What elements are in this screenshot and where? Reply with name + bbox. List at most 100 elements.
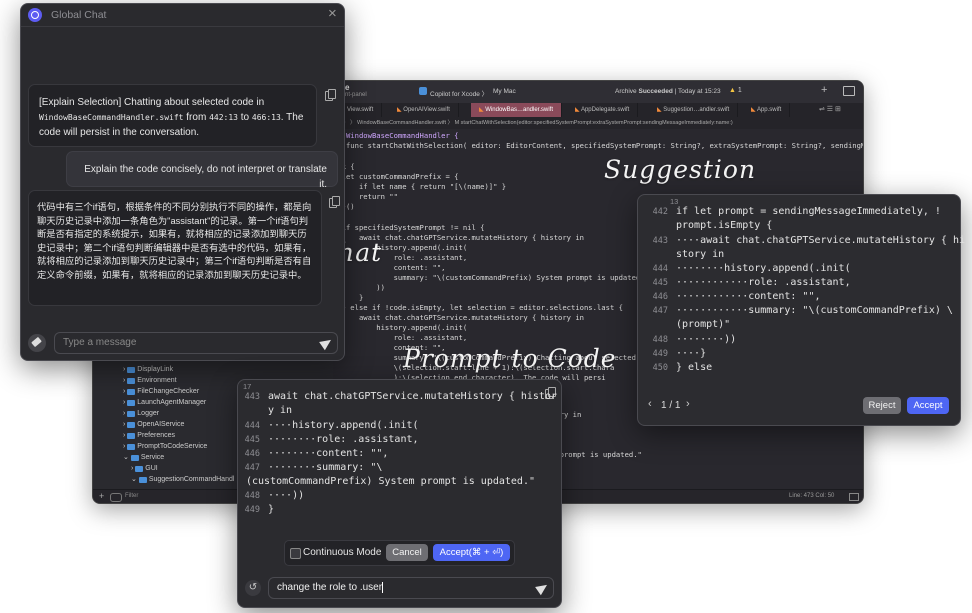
build-status: Archive Succeeded | Today at 15:23 [615, 88, 721, 95]
code-line: } else if !code.isEmpty, let selection =… [333, 303, 623, 312]
suggestion-pager: 1 / 1 [661, 400, 681, 411]
accept-button[interactable]: Accept [907, 397, 949, 414]
suggestion-line: prompt.isEmpty { [676, 220, 773, 231]
code-line: 447 ········summary: "\ [244, 462, 383, 473]
nav-item[interactable]: › Preferences [123, 430, 175, 441]
folder-icon [139, 475, 149, 483]
chat-header: Global Chat × [21, 4, 344, 27]
code-line: (customCommandPrefix) System prompt is u… [246, 476, 535, 487]
project-branch: nt-panel [345, 92, 367, 98]
suggestion-line: 448 ········)) [652, 334, 737, 345]
filter-icon[interactable] [110, 493, 122, 502]
nav-item[interactable]: › FileChangeChecker [123, 386, 199, 397]
filter-field[interactable]: Filter [125, 493, 138, 499]
suggestion-line: 447 ············summary: "\(customCommand… [652, 305, 953, 316]
chevron-left-icon[interactable]: ‹ [648, 398, 652, 410]
revert-icon[interactable]: ↺ [245, 580, 261, 596]
nav-item[interactable]: › LaunchAgentManager [123, 397, 206, 408]
suggestion-line: 443 ····await chat.chatGPTService.mutateH… [652, 235, 965, 246]
code-line: role: .assistant, [333, 333, 468, 342]
folder-icon [127, 442, 137, 450]
code-line: 443 await chat.chatGPTService.mutateHisto… [244, 391, 557, 402]
tab-appdelegate-swift[interactable]: ◣ AppDelegate.swift [567, 103, 639, 117]
nav-item[interactable]: › OpenAIService [123, 419, 184, 430]
code-line: if specifiedSystemPrompt != nil { [333, 223, 485, 232]
folder-icon [127, 398, 137, 406]
folder-icon [127, 365, 137, 373]
prompt-input[interactable]: change the role to .user [268, 577, 554, 599]
accept-button[interactable]: Accept(⌘ + ⏎) [433, 544, 510, 561]
tab-windowbase-swift[interactable]: ◣ WindowBas…andler.swift [471, 103, 562, 117]
add-file-icon[interactable]: + [99, 491, 104, 501]
nav-item[interactable]: › Logger [123, 408, 159, 419]
nav-item[interactable]: › GUI [131, 463, 158, 474]
scheme-selector[interactable]: Copilot for Xcode 〉 [430, 88, 488, 98]
code-line: 446 ········content: "", [244, 448, 389, 459]
chat-title: Global Chat [51, 9, 107, 21]
chat-input-placeholder: Type a message [63, 337, 137, 348]
chat-scope-icon[interactable] [28, 8, 42, 22]
suggestion-line: 449 ····} [652, 348, 707, 359]
code-line: m prompt is updated." [551, 450, 642, 459]
code-line: 448 ····)) [244, 490, 305, 501]
nav-item[interactable]: › DisplayLink [123, 364, 173, 375]
suggestion-line: 442 if let prompt = sendingMessageImmedia… [652, 206, 941, 217]
code-line: 449} [244, 504, 275, 515]
chat-message-input[interactable]: Type a message [54, 332, 338, 354]
warning-icon[interactable]: ▲ 1 [729, 87, 742, 94]
tab-app-swift[interactable]: ◣ App.swift [743, 103, 791, 117]
code-line: if let name { return "[\(name)]" } [333, 182, 507, 191]
tab-suggestion-swift[interactable]: ◣ Suggestion…andler.swift [649, 103, 739, 117]
destination-selector[interactable]: My Mac [493, 88, 516, 95]
nav-item[interactable]: › Environment [123, 375, 177, 386]
add-icon[interactable]: + [821, 84, 827, 96]
folder-icon [131, 453, 141, 461]
suggestion-panel: 13 442 if let prompt = sendingMessageImme… [637, 194, 965, 426]
continuous-mode-checkbox[interactable] [290, 548, 301, 559]
nav-item[interactable]: › PromptToCodeService [123, 441, 207, 452]
label-suggestion: Suggestion [604, 155, 757, 184]
system-message: [Explain Selection] Chatting about selec… [28, 84, 317, 147]
continuous-mode-label: Continuous Mode [303, 547, 382, 558]
code-line: await chat.chatGPTService.mutateHistory … [333, 313, 584, 322]
tab-view-swift[interactable]: View.swift [339, 103, 383, 117]
global-chat-panel: Global Chat × [Explain Selection] Chatti… [20, 3, 345, 361]
code-line: summary: "\(customCommandPrefix) System … [333, 273, 649, 282]
code-line: le func startChatWithSelection( editor: … [333, 141, 864, 150]
suggestion-line: (prompt)" [676, 319, 731, 330]
code-line: history.append(.init( [333, 323, 468, 332]
code-line: WindowBaseCommandHandler { [345, 131, 459, 140]
prompt-to-code-panel: 17 443 await chat.chatGPTService.mutateHi… [237, 379, 562, 608]
folder-icon [127, 409, 137, 417]
copy-icon[interactable] [325, 89, 336, 101]
eraser-icon [31, 336, 42, 348]
folder-icon [127, 431, 137, 439]
app-icon [419, 87, 427, 95]
nav-item[interactable]: ⌄ Service [123, 452, 164, 463]
reject-button[interactable]: Reject [863, 397, 901, 414]
chevron-right-icon[interactable]: › [686, 398, 690, 410]
project-name: e [345, 83, 350, 92]
tab-openaiview-swift[interactable]: ◣ OpenAIView.swift [389, 103, 459, 117]
folder-icon [127, 376, 137, 384]
assistant-message: 代码中有三个if语句，根据条件的不同分别执行不同的操作，都是向聊天历史记录中添加… [28, 190, 322, 306]
text-cursor [382, 581, 384, 593]
line-number: 17 [243, 382, 252, 391]
copy-icon[interactable] [329, 196, 340, 208]
close-icon[interactable]: × [328, 5, 337, 22]
user-message: Explain the code concisely, do not inter… [66, 151, 338, 190]
folder-icon [127, 387, 137, 395]
inspector-toggle-icon[interactable] [843, 86, 855, 96]
code-line: 444 ····history.append(.init( [244, 420, 419, 431]
folder-icon [127, 420, 137, 428]
editor-options-icon[interactable]: ⇌ ☰ ⊞ [819, 105, 841, 113]
prompt-input-value: change the role to .user [277, 582, 383, 593]
cancel-button[interactable]: Cancel [386, 544, 428, 561]
panel-toggle-icon[interactable] [849, 493, 859, 501]
suggestion-line: 446 ············content: "", [652, 291, 821, 302]
cursor-position: Line: 473 Col: 50 [789, 493, 835, 499]
action-bar: Continuous Mode Cancel Accept(⌘ + ⏎) [284, 540, 515, 566]
suggestion-line: 450} else [652, 362, 713, 373]
clear-chat-button[interactable] [28, 334, 46, 352]
suggestion-line: 445 ············role: .assistant, [652, 277, 851, 288]
